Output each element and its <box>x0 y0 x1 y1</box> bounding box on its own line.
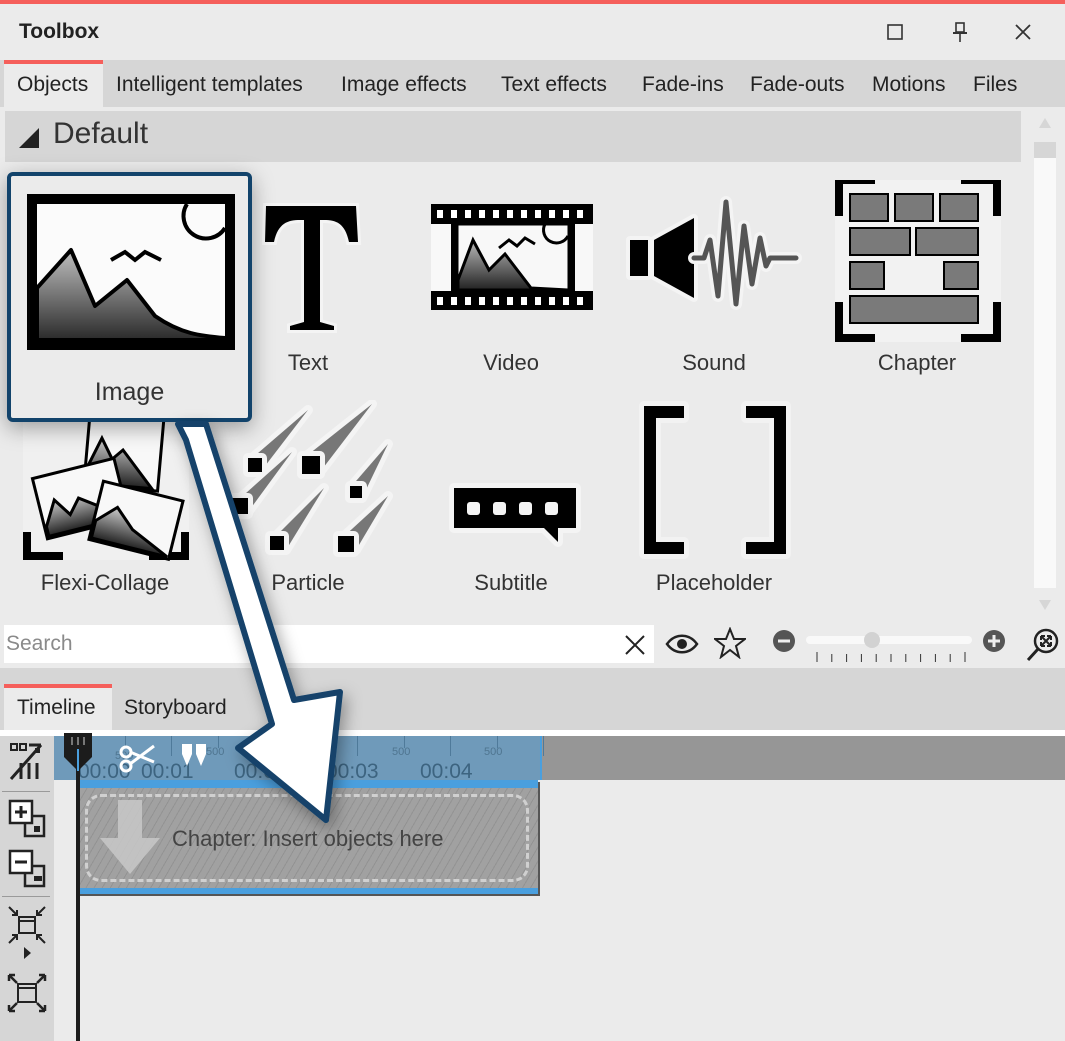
tab-fade-outs[interactable]: Fade-outs <box>750 60 845 107</box>
object-chapter[interactable]: Chapter <box>817 180 1017 390</box>
subtitle-icon <box>449 483 581 547</box>
tab-files[interactable]: Files <box>973 60 1017 107</box>
tab-text-effects[interactable]: Text effects <box>501 60 607 107</box>
playhead-line <box>76 760 80 1041</box>
eye-icon <box>665 634 699 654</box>
favorites-button[interactable] <box>712 626 748 660</box>
cut-marker-icon[interactable] <box>116 738 160 778</box>
close-icon <box>1015 24 1031 40</box>
object-label: Chapter <box>877 350 957 375</box>
toolbox-tabs: Objects Intelligent templates Image effe… <box>0 60 1065 107</box>
title-bar: Toolbox <box>0 4 1065 60</box>
star-icon <box>714 627 746 659</box>
object-particle[interactable]: Particle <box>208 400 408 610</box>
ruler-sub-label: 500 <box>392 746 411 758</box>
image-icon <box>27 194 235 350</box>
window-title: Toolbox <box>19 20 100 43</box>
fit-collapse-icon <box>8 906 46 944</box>
zoom-fit-button[interactable] <box>1024 626 1062 664</box>
maximize-icon <box>887 24 903 40</box>
scroll-down-icon[interactable] <box>1039 600 1051 610</box>
zoom-in-button[interactable] <box>981 628 1007 654</box>
group-header-default[interactable]: Default <box>5 111 1021 162</box>
collapse-fit-button[interactable] <box>4 900 50 950</box>
zoom-fit-icon <box>1026 628 1059 662</box>
playhead-handle[interactable] <box>62 731 94 771</box>
tab-objects[interactable]: Objects <box>4 60 103 107</box>
zoom-slider-ticks <box>816 652 966 662</box>
zoom-slider-track[interactable] <box>806 636 972 644</box>
clear-icon <box>625 635 645 655</box>
collapse-triangle-icon <box>19 128 39 148</box>
expand-fit-button[interactable] <box>4 968 50 1018</box>
ruler-tick <box>450 736 451 756</box>
chapter-icon <box>835 180 1001 342</box>
tab-storyboard[interactable]: Storyboard <box>124 684 227 730</box>
scroll-thumb[interactable] <box>1034 142 1056 158</box>
object-flexi-collage[interactable]: Flexi-Collage <box>5 400 205 610</box>
play-triangle-icon <box>24 947 31 959</box>
tab-fade-ins[interactable]: Fade-ins <box>642 60 724 107</box>
object-placeholder[interactable]: Placeholder <box>614 400 814 610</box>
tab-image-effects[interactable]: Image effects <box>341 60 467 107</box>
object-subtitle[interactable]: Subtitle <box>411 400 611 610</box>
chapter-label: Chapter: Insert objects here <box>172 826 444 851</box>
marker-icon[interactable] <box>180 744 210 768</box>
percent-split-icon <box>9 743 43 780</box>
flexi-collage-icon <box>23 400 189 562</box>
timeline-toolbar <box>0 736 54 1041</box>
minus-circle-icon <box>773 630 795 652</box>
tab-motions[interactable]: Motions <box>872 60 946 107</box>
object-label: Placeholder <box>655 570 773 595</box>
toolbox-window: Toolbox Objects Intelligent templates Im… <box>0 0 1065 1041</box>
object-label: Image <box>94 378 165 406</box>
object-label: Particle <box>271 570 345 595</box>
object-image-dragging[interactable]: Image <box>7 172 252 422</box>
clear-search-button[interactable] <box>620 630 650 660</box>
maximize-button[interactable] <box>878 16 912 48</box>
tab-timeline[interactable]: Timeline <box>4 684 112 730</box>
add-layer-button[interactable] <box>4 793 50 843</box>
toolbar-separator <box>2 896 50 897</box>
group-label: Default <box>53 117 149 150</box>
fit-expand-icon <box>7 973 47 1013</box>
tab-intelligent-templates[interactable]: Intelligent templates <box>116 60 303 107</box>
ruler-tick <box>264 736 265 756</box>
search-input[interactable] <box>4 625 654 663</box>
ruler-tick <box>310 736 312 748</box>
object-video[interactable]: Video <box>411 180 611 390</box>
objects-scrollbar[interactable] <box>1034 112 1056 612</box>
bottom-tabs: Timeline Storyboard <box>0 668 1065 730</box>
close-button[interactable] <box>1006 16 1040 48</box>
ruler-tick <box>543 736 544 756</box>
scroll-track[interactable] <box>1034 158 1056 588</box>
remove-layer-icon <box>8 849 46 888</box>
chapter-block[interactable]: Chapter: Insert objects here <box>78 780 538 894</box>
object-label: Flexi-Collage <box>40 570 170 595</box>
particle-icon <box>227 400 393 557</box>
toolbar-separator <box>2 791 50 792</box>
object-label: Sound <box>682 350 746 375</box>
zoom-out-button[interactable] <box>771 628 797 654</box>
ruler-tick <box>357 736 358 756</box>
sound-icon <box>626 196 802 310</box>
pin-button[interactable] <box>943 16 977 48</box>
drop-arrow-icon <box>100 800 160 874</box>
pin-icon <box>953 22 967 42</box>
object-label: Subtitle <box>474 570 548 595</box>
split-percent-button[interactable] <box>4 736 50 786</box>
ruler-tick <box>171 736 172 756</box>
plus-circle-icon <box>983 630 1005 652</box>
placeholder-icon <box>639 401 791 559</box>
ruler-sub-label: 500 <box>484 746 503 758</box>
object-sound[interactable]: Sound <box>614 180 814 390</box>
expand-menu-button[interactable] <box>20 946 34 960</box>
video-icon <box>431 204 593 310</box>
visibility-button[interactable] <box>664 628 700 660</box>
scroll-up-icon[interactable] <box>1039 118 1051 128</box>
object-label: Video <box>483 350 539 375</box>
remove-layer-button[interactable] <box>4 843 50 893</box>
add-layer-icon <box>8 799 46 838</box>
